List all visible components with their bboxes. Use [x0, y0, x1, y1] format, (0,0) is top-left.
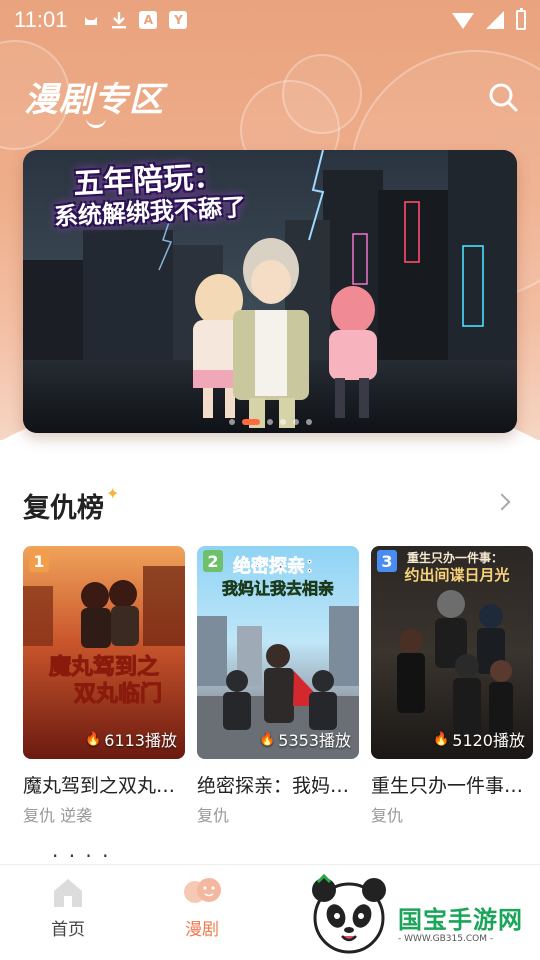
svg-text:魔丸驾到之: 魔丸驾到之 — [49, 654, 159, 680]
card-title: 魔丸驾到之双丸临门 — [23, 775, 185, 797]
signal-icon — [486, 11, 504, 29]
carousel-dot[interactable] — [305, 419, 312, 425]
svg-text:重生只办一件事：: 重生只办一件事： — [407, 550, 503, 565]
watermark-url: - WWW.GB315.COM - — [398, 934, 494, 944]
watermark-brand: 国宝手游网 — [398, 906, 523, 934]
nav-home[interactable]: 首页 — [23, 875, 113, 940]
y-icon: Y — [169, 11, 188, 29]
svg-text:绝密探亲：: 绝密探亲： — [233, 555, 323, 577]
watermark-logo: 国宝手游网 - WWW.GB315.COM - — [298, 870, 540, 960]
download-icon — [111, 11, 127, 29]
carousel-dot[interactable] — [279, 419, 286, 425]
play-count-text: 6113播放 — [104, 731, 177, 750]
carousel-dot[interactable] — [266, 419, 273, 425]
home-icon — [54, 879, 82, 907]
card-tags: 复仇 — [197, 806, 230, 825]
rank-badge: 1 — [29, 550, 49, 572]
svg-text:约出间谍日月光: 约出间谍日月光 — [404, 566, 509, 584]
nav-label-drama: 漫剧 — [185, 920, 219, 940]
flame-icon: 🔥 — [433, 731, 450, 747]
carousel-indicator — [23, 419, 517, 425]
drama-card[interactable]: 魔丸驾到之 双丸临门 1 🔥 6113播放 魔丸驾到之双丸临门 复仇 逆袭 — [23, 546, 185, 826]
nav-drama[interactable]: 漫剧 — [157, 875, 247, 940]
wifi-icon — [452, 13, 474, 29]
carousel-dot[interactable] — [292, 419, 299, 425]
nav-label-home: 首页 — [51, 920, 85, 940]
play-count-text: 5353播放 — [278, 731, 351, 750]
search-button[interactable] — [486, 80, 522, 116]
play-count: 🔥 6113播放 — [85, 727, 177, 751]
carousel-dot-active[interactable] — [241, 419, 260, 425]
cat-icon — [83, 13, 99, 27]
play-count: 🔥 5353播放 — [259, 727, 351, 751]
card-title: 重生只办一件事：约出间谍日月光 — [371, 775, 533, 797]
search-icon — [489, 83, 518, 112]
card-cover: 绝密探亲： 我妈让我去相亲 2 🔥 5353播放 — [197, 546, 359, 759]
drama-icon — [184, 878, 221, 903]
flame-icon: 🔥 — [259, 731, 276, 747]
status-time: 11:01 — [14, 7, 68, 32]
play-count: 🔥 5120播放 — [433, 727, 525, 751]
sparkle-icon: ✦ — [106, 484, 120, 503]
svg-text:双丸临门: 双丸临门 — [74, 681, 162, 707]
drama-card[interactable]: 重生只办一件事： 约出间谍日月光 3 🔥 5120播放 重生只办一件事：约出间谍… — [371, 546, 533, 826]
carousel-dot[interactable] — [228, 419, 235, 425]
section-title: 复仇榜 — [23, 493, 104, 524]
status-bar: 11:01 A Y — [0, 0, 540, 40]
card-title: 绝密探亲：我妈让我去相亲 — [197, 775, 359, 797]
flame-icon: 🔥 — [85, 731, 102, 747]
chevron-right-icon[interactable] — [493, 493, 511, 511]
play-count-text: 5120播放 — [452, 731, 525, 750]
a-icon: A — [139, 11, 158, 29]
card-tags: 复仇 — [371, 806, 404, 825]
svg-text:我妈让我去相亲: 我妈让我去相亲 — [222, 579, 334, 598]
card-tags: 复仇 逆袭 — [23, 806, 93, 825]
card-cover: 重生只办一件事： 约出间谍日月光 3 🔥 5120播放 — [371, 546, 533, 759]
card-cover: 魔丸驾到之 双丸临门 1 🔥 6113播放 — [23, 546, 185, 759]
drama-card[interactable]: 绝密探亲： 我妈让我去相亲 2 🔥 5353播放 绝密探亲：我妈让我去相亲 复仇 — [197, 546, 359, 826]
rank-badge: 3 — [377, 550, 397, 572]
banner-title: 五年陪玩： 系统解绑我不舔了 — [52, 159, 247, 231]
battery-icon — [516, 8, 526, 30]
rank-badge: 2 — [203, 550, 223, 572]
panda-icon — [312, 873, 386, 954]
page-title: 漫剧专区 — [24, 80, 164, 120]
banner-carousel[interactable]: 五年陪玩： 系统解绑我不舔了 — [23, 150, 517, 433]
